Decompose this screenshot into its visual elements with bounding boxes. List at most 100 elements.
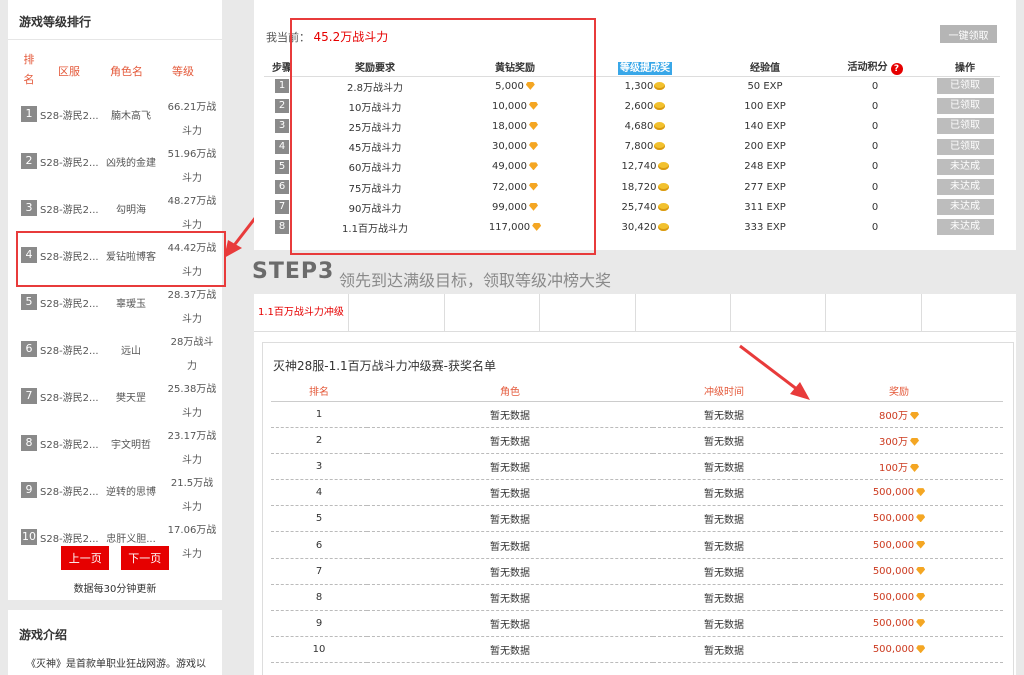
header-server: 区服 [58,65,80,78]
winner-rank: 9 [271,610,367,638]
ranking-row[interactable]: 9 S28-游民2... 逆转的思博 21.5万战斗力 [8,466,222,513]
reward-header-label: 等级提成奖 [618,62,672,76]
prev-page-button[interactable]: 上一页 [61,546,110,570]
winner-rank: 8 [271,584,367,612]
winner-prize: 500,000 [872,565,915,577]
reward-points: 0 [871,120,879,132]
rank-number: 4 [21,247,37,263]
annotation-arrow-right-icon [739,344,810,400]
claim-status-button[interactable]: 未达成 [936,179,994,196]
leaderboard-tab[interactable]: 1.1百万战斗力冲级 [254,294,350,332]
winner-role: 暂无数据 [367,558,653,585]
reward-column-header: 等级提成奖 [580,58,710,77]
tab-bar: 1.1百万战斗力冲级 [254,294,1016,332]
leaderboard-tab[interactable] [731,294,827,332]
header-rank: 排名 [23,53,35,86]
claim-status-button[interactable]: 已领取 [936,138,994,155]
leaderboard-tab[interactable] [922,294,1016,332]
winner-row: 8 暂无数据 暂无数据 500,000 [271,584,1003,612]
leaderboard-tab[interactable] [349,294,445,332]
winner-role: 暂无数据 [367,505,653,533]
winner-time: 暂无数据 [653,401,795,428]
ranking-row[interactable]: 1 S28-游民2... 腩木高飞 66.21万战斗力 [8,90,222,137]
winner-prize-cell: 500,000 [795,531,1003,559]
winner-rank: 6 [271,531,367,559]
winner-rank: 4 [271,479,367,507]
pager: 上一页 下一页 [8,546,222,570]
winner-rank: 10 [271,636,367,664]
winner-role: 暂无数据 [367,610,653,638]
winner-prize-cell: 300万 [795,427,1003,454]
ranking-title: 游戏等级排行 [8,0,222,40]
winner-prize-cell: 800万 [795,401,1003,428]
winner-time: 暂无数据 [653,479,795,507]
leaderboard-tab[interactable] [826,294,922,332]
rank-server: S28-游民2... [40,205,99,216]
ranking-row[interactable]: 8 S28-游民2... 宇文明哲 23.17万战斗力 [8,419,222,466]
winner-row: 7 暂无数据 暂无数据 500,000 [271,558,1003,585]
reward-panel: 我当前： 45.2万战斗力 一键领取 步骤 奖励要求 黄钻奖励 等级提成奖 经验值 活动积… [254,0,1016,255]
claim-status-button[interactable]: 已领取 [936,78,994,95]
reward-coin-cell: 30,420 [580,217,710,237]
header-role: 角色名 [110,65,143,78]
winner-prize-cell: 100万 [795,453,1003,481]
winner-rank: 5 [271,505,367,533]
claim-status-button[interactable]: 未达成 [936,199,994,216]
rank-role: 腩木高飞 [111,111,151,122]
ranking-row[interactable]: 7 S28-游民2... 樊天罡 25.38万战斗力 [8,372,222,419]
winner-prize: 100万 [878,462,909,474]
rank-server: S28-游民2... [40,111,99,122]
rank-role: 宇文明哲 [111,440,151,451]
ranking-row[interactable]: 5 S28-游民2... 辜瑷玉 28.37万战斗力 [8,278,222,325]
winner-prize: 500,000 [872,513,915,525]
gold-coin-icon [657,222,669,231]
step-number: 5 [275,159,289,174]
ranking-row[interactable]: 4 S28-游民2... 爱钻啦博客 44.42万战斗力 [8,231,226,287]
leaderboard-tab[interactable] [540,294,636,332]
step-number: 1 [275,79,289,94]
claim-status-button[interactable]: 已领取 [936,118,994,135]
reward-header-label: 操作 [955,63,975,75]
reward-header-label: 活动积分 [847,62,888,74]
winners-column-header: 排名 [271,381,367,402]
gold-coin-icon [654,121,666,130]
winner-prize-cell: 500,000 [795,610,1003,638]
claim-status-button[interactable]: 未达成 [936,158,994,175]
help-question-icon[interactable]: ? [890,63,903,76]
winner-role: 暂无数据 [367,584,653,612]
rank-number: 5 [21,294,37,310]
claim-status-button[interactable]: 已领取 [936,98,994,115]
step-number: 7 [275,200,289,215]
claim-status-button[interactable]: 未达成 [936,219,994,236]
header-level: 等级 [172,65,194,78]
reward-points: 0 [871,80,879,92]
reward-coin-cell: 7,800 [580,137,710,157]
winner-row: 2 暂无数据 暂无数据 300万 [271,427,1003,454]
ranking-row[interactable]: 3 S28-游民2... 勾明海 48.27万战斗力 [8,184,222,231]
reward-exp: 140 EXP [744,120,786,132]
winner-time: 暂无数据 [653,453,795,481]
reward-op-cell: 已领取 [930,137,1000,157]
claim-all-button[interactable]: 一键领取 [940,25,997,43]
winner-prize-cell: 500,000 [795,636,1003,664]
reward-points: 0 [871,221,879,233]
next-page-button[interactable]: 下一页 [120,546,169,570]
ranking-row[interactable]: 2 S28-游民2... 凶残的金建 51.96万战斗力 [8,137,222,184]
leaderboard-tab[interactable] [445,294,541,332]
step-number: 8 [275,220,289,235]
winner-prize: 500,000 [872,644,915,656]
reward-points: 0 [871,161,879,173]
winner-role: 暂无数据 [367,453,653,481]
rank-number: 3 [21,200,37,216]
rank-role: 忠肝义胆... [106,534,156,545]
winner-prize-cell: 500,000 [795,505,1003,533]
reward-op-cell: 已领取 [930,96,1000,116]
ranking-row[interactable]: 6 S28-游民2... 远山 28万战斗力 [8,325,222,372]
winner-rank: 2 [271,427,367,454]
winner-row: 5 暂无数据 暂无数据 500,000 [271,505,1003,533]
coin-amount: 1,300 [624,80,654,92]
winner-role: 暂无数据 [367,531,653,559]
leaderboard-tab[interactable] [636,294,731,332]
reward-op-cell: 已领取 [930,116,1000,136]
rank-server: S28-游民2... [40,534,99,545]
